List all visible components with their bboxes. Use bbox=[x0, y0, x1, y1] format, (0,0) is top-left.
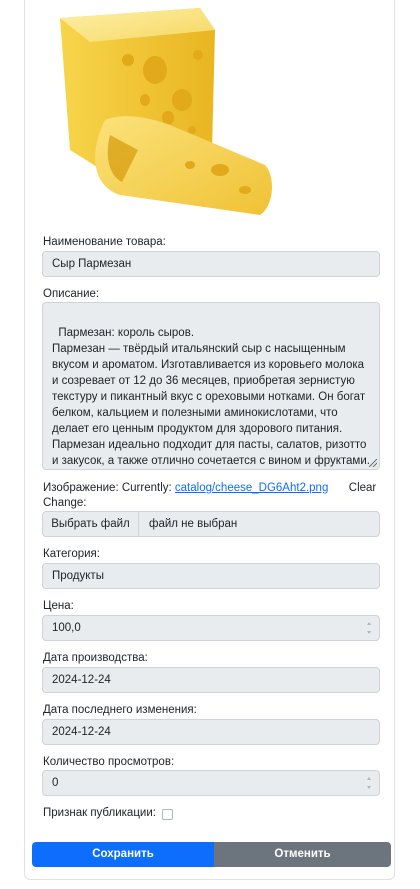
views-spinner-icon[interactable] bbox=[367, 777, 371, 789]
description-text: Пармезан: король сыров. Пармезан — твёрд… bbox=[52, 327, 370, 467]
views-input[interactable]: 0 bbox=[42, 770, 380, 796]
price-value: 100,0 bbox=[52, 622, 81, 634]
change-label: Change: bbox=[43, 497, 87, 509]
description-label: Описание: bbox=[43, 288, 100, 300]
no-file-text: файл не выбран bbox=[149, 518, 238, 530]
published-label: Признак публикации: bbox=[43, 807, 156, 819]
image-field-row: Изображение: Currently: catalog/cheese_D… bbox=[43, 482, 376, 494]
price-input[interactable]: 100,0 bbox=[42, 615, 380, 641]
production-date-label: Дата производства: bbox=[43, 652, 148, 664]
product-image bbox=[60, 8, 272, 215]
views-value: 0 bbox=[52, 777, 59, 789]
choose-file-button[interactable]: Выбрать файл bbox=[43, 512, 139, 536]
production-date-input[interactable]: 2024-12-24 bbox=[42, 667, 380, 693]
modified-date-input[interactable]: 2024-12-24 bbox=[42, 719, 380, 745]
cancel-button[interactable]: Отменить bbox=[214, 842, 391, 867]
current-image-link[interactable]: catalog/cheese_DG6Aht2.png bbox=[175, 482, 328, 494]
currently-label: Currently: bbox=[121, 482, 172, 494]
price-spinner-icon[interactable] bbox=[367, 622, 371, 634]
file-input[interactable]: Выбрать файл файл не выбран bbox=[42, 511, 380, 537]
modified-date-label: Дата последнего изменения: bbox=[43, 704, 197, 716]
clear-label[interactable]: Clear bbox=[349, 482, 376, 494]
category-select[interactable]: Продукты bbox=[42, 563, 380, 589]
views-label: Количество просмотров: bbox=[43, 756, 175, 768]
product-name-label: Наименование товара: bbox=[43, 236, 166, 248]
published-checkbox[interactable] bbox=[162, 809, 173, 820]
image-label: Изображение: bbox=[43, 482, 119, 494]
product-name-field[interactable]: Сыр Пармезан bbox=[42, 251, 380, 277]
resize-grip-icon[interactable] bbox=[369, 459, 377, 467]
save-button[interactable]: Сохранить bbox=[32, 842, 214, 867]
category-label: Категория: bbox=[43, 548, 100, 560]
price-label: Цена: bbox=[43, 600, 74, 612]
description-field[interactable]: Пармезан: король сыров. Пармезан — твёрд… bbox=[42, 302, 380, 470]
